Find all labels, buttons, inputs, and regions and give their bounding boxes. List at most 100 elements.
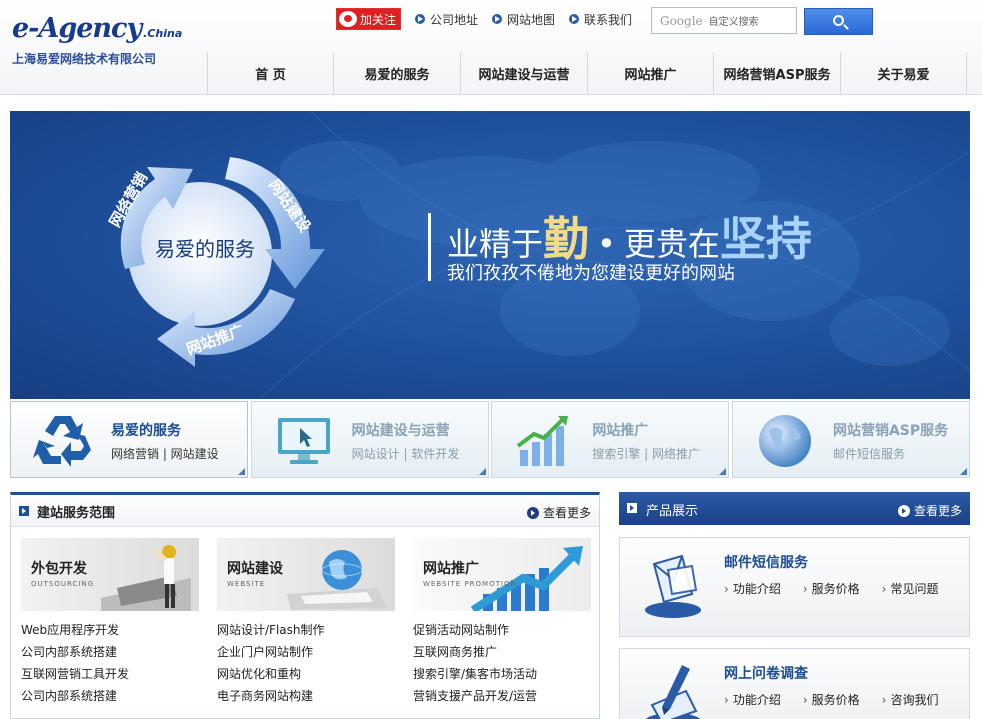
product-title: 邮件短信服务 <box>724 555 808 571</box>
product-title: 网上问卷调查 <box>724 666 808 682</box>
column-title: 网站建设 <box>227 561 283 577</box>
tile-title: 网站建设与运营 <box>351 423 450 439</box>
link-features[interactable]: 功能介绍 <box>724 691 781 708</box>
mail-icon <box>645 554 701 618</box>
product-mail-sms[interactable]: 邮件短信服务 功能介绍 服务价格 常见问题 <box>619 537 970 637</box>
promotion-list: 促销活动网站制作 互联网商务推广 搜索引擎/集客市场活动 营销支援产品开发/运营 <box>413 619 591 707</box>
weibo-follow-button[interactable]: 加关注 <box>336 8 402 30</box>
column-en: WEBSITE <box>227 580 266 588</box>
monitor-icon <box>277 418 330 464</box>
company-name: 上海易爱网络技术有限公司 <box>12 52 157 66</box>
list-item[interactable]: 企业门户网站制作 <box>217 641 395 663</box>
column-promotion: 网站推广 WEBSITE PROMOTION 促销活动网站制作 互联网商务推广 … <box>413 538 591 707</box>
survey-pen-icon <box>645 665 701 719</box>
products-box-header: 产品展示 查看更多 <box>619 492 970 525</box>
main-nav: 首 页 易爱的服务 网站建设与运营 网站推广 网络营销ASP服务 关于易爱 <box>207 52 967 94</box>
corner-arrow-icon <box>719 468 727 475</box>
bullet-arrow-icon <box>569 14 580 24</box>
arrow-circle-icon <box>526 506 539 519</box>
outsourcing-list: Web应用程序开发 公司内部系统搭建 互联网营销工具开发 公司内部系统搭建 <box>21 619 199 707</box>
tile-asp[interactable]: 网站营销ASP服务 邮件短信服务 <box>731 401 970 478</box>
link-pricing[interactable]: 服务价格 <box>803 580 860 597</box>
services-box-title: 建站服务范围 <box>37 506 116 521</box>
link-pricing[interactable]: 服务价格 <box>803 691 860 708</box>
site-logo[interactable]: e-Agency .China <box>12 14 182 44</box>
arrow-circle-icon <box>897 504 910 517</box>
top-link-sitemap[interactable]: 网站地图 <box>492 11 555 28</box>
services-box: 建站服务范围 查看更多 外包开发 OUTSOURCING Web应用程序开发 公… <box>10 492 600 719</box>
corner-arrow-icon <box>478 468 486 475</box>
hero-banner[interactable]: 易爱的服务 网络营销 网站建设 网站推广 业精于 勤 • 更贵在 坚持 我们孜孜… <box>10 111 970 399</box>
bullet-arrow-icon <box>492 14 503 24</box>
tile-sub: 邮件短信服务 <box>832 447 905 461</box>
tile-website-build[interactable]: 网站建设与运营 网站设计 | 软件开发 <box>250 401 489 478</box>
column-outsourcing: 外包开发 OUTSOURCING Web应用程序开发 公司内部系统搭建 互联网营… <box>21 538 199 707</box>
link-features[interactable]: 功能介绍 <box>724 580 781 597</box>
list-item[interactable]: 公司内部系统搭建 <box>21 641 199 663</box>
website-list: 网站设计/Flash制作 企业门户网站制作 网站优化和重构 电子商务网站构建 <box>217 619 395 707</box>
tile-promotion[interactable]: 网站推广 搜索引擎 | 网络推广 <box>491 401 730 478</box>
growth-chart-icon <box>517 416 569 466</box>
tile-title: 网站推广 <box>592 423 649 439</box>
google-brand: Google <box>660 13 703 28</box>
nav-about[interactable]: 关于易爱 <box>840 52 967 94</box>
list-item[interactable]: 公司内部系统搭建 <box>21 685 199 707</box>
corner-arrow-icon <box>959 468 967 475</box>
tile-sub: 搜索引擎 | 网络推广 <box>592 447 700 461</box>
link-faq[interactable]: 常见问题 <box>882 580 938 597</box>
list-item[interactable]: 互联网营销工具开发 <box>21 663 199 685</box>
column-en: OUTSOURCING <box>31 580 95 588</box>
column-title: 外包开发 <box>31 561 87 577</box>
list-item[interactable]: 电子商务网站构建 <box>217 685 395 707</box>
column-website: 网站建设 WEBSITE 网站设计/Flash制作 企业门户网站制作 网站优化和… <box>217 538 395 707</box>
list-item[interactable]: 营销支援产品开发/运营 <box>413 685 591 707</box>
section-marker-icon <box>19 506 29 516</box>
site-header: e-Agency .China 上海易爱网络技术有限公司 加关注 公司地址 网站地… <box>0 0 982 95</box>
column-title: 网站推广 <box>423 561 479 577</box>
outsourcing-banner[interactable]: 外包开发 OUTSOURCING <box>21 538 199 611</box>
slogan-divider <box>428 213 431 281</box>
top-link-address[interactable]: 公司地址 <box>415 11 478 28</box>
link-consult[interactable]: 咨询我们 <box>882 691 938 708</box>
nav-asp[interactable]: 网络营销ASP服务 <box>713 52 840 94</box>
nav-promotion[interactable]: 网站推广 <box>587 52 713 94</box>
services-columns: 外包开发 OUTSOURCING Web应用程序开发 公司内部系统搭建 互联网营… <box>21 538 591 707</box>
tile-sub: 网站设计 | 软件开发 <box>351 447 460 461</box>
tile-services[interactable]: 易爱的服务 网络营销 | 网站建设 <box>10 401 248 478</box>
logo-sub-text: .China <box>143 27 183 40</box>
services-more-link[interactable]: 查看更多 <box>526 504 591 521</box>
tile-title: 易爱的服务 <box>111 423 181 439</box>
tile-sub: 网络营销 | 网站建设 <box>111 447 219 461</box>
column-en: WEBSITE PROMOTION <box>423 580 517 588</box>
recycle-icon <box>33 416 91 467</box>
bullet-arrow-icon <box>415 14 426 24</box>
promotion-banner[interactable]: 网站推广 WEBSITE PROMOTION <box>413 538 591 611</box>
cycle-center-label: 易爱的服务 <box>155 237 255 261</box>
search-placeholder: 自定义搜索 <box>708 17 759 28</box>
section-marker-icon <box>627 503 637 513</box>
nav-services[interactable]: 易爱的服务 <box>333 52 460 94</box>
search-input[interactable]: Google 自定义搜索 <box>651 7 797 34</box>
list-item[interactable]: 网站设计/Flash制作 <box>217 619 395 641</box>
list-item[interactable]: 网站优化和重构 <box>217 663 395 685</box>
product-survey[interactable]: 网上问卷调查 功能介绍 服务价格 咨询我们 <box>619 648 970 719</box>
nav-home[interactable]: 首 页 <box>207 52 333 94</box>
product-links: 功能介绍 服务价格 咨询我们 <box>724 691 960 708</box>
website-banner[interactable]: 网站建设 WEBSITE <box>217 538 395 611</box>
weibo-follow-label: 加关注 <box>360 12 397 27</box>
top-link-contact[interactable]: 联系我们 <box>569 11 632 28</box>
search-button[interactable] <box>804 8 873 35</box>
logo-main-text: e-Agency <box>12 13 142 44</box>
nav-website-build[interactable]: 网站建设与运营 <box>460 52 587 94</box>
list-item[interactable]: Web应用程序开发 <box>21 619 199 641</box>
corner-arrow-icon <box>238 468 245 475</box>
list-item[interactable]: 搜索引擎/集客市场活动 <box>413 663 591 685</box>
tile-title: 网站营销ASP服务 <box>832 423 949 439</box>
list-item[interactable]: 互联网商务推广 <box>413 641 591 663</box>
products-box: 产品展示 查看更多 邮件短信服务 功能介绍 服务价格 常见问题 网上问卷调查 功 <box>619 492 970 719</box>
globe-icon <box>758 415 811 467</box>
product-links: 功能介绍 服务价格 常见问题 <box>724 580 960 597</box>
products-more-link[interactable]: 查看更多 <box>897 502 962 519</box>
list-item[interactable]: 促销活动网站制作 <box>413 619 591 641</box>
service-tiles: 易爱的服务 网络营销 | 网站建设 网站建设与运营 网站设计 | 软件开发 网站… <box>10 401 970 478</box>
